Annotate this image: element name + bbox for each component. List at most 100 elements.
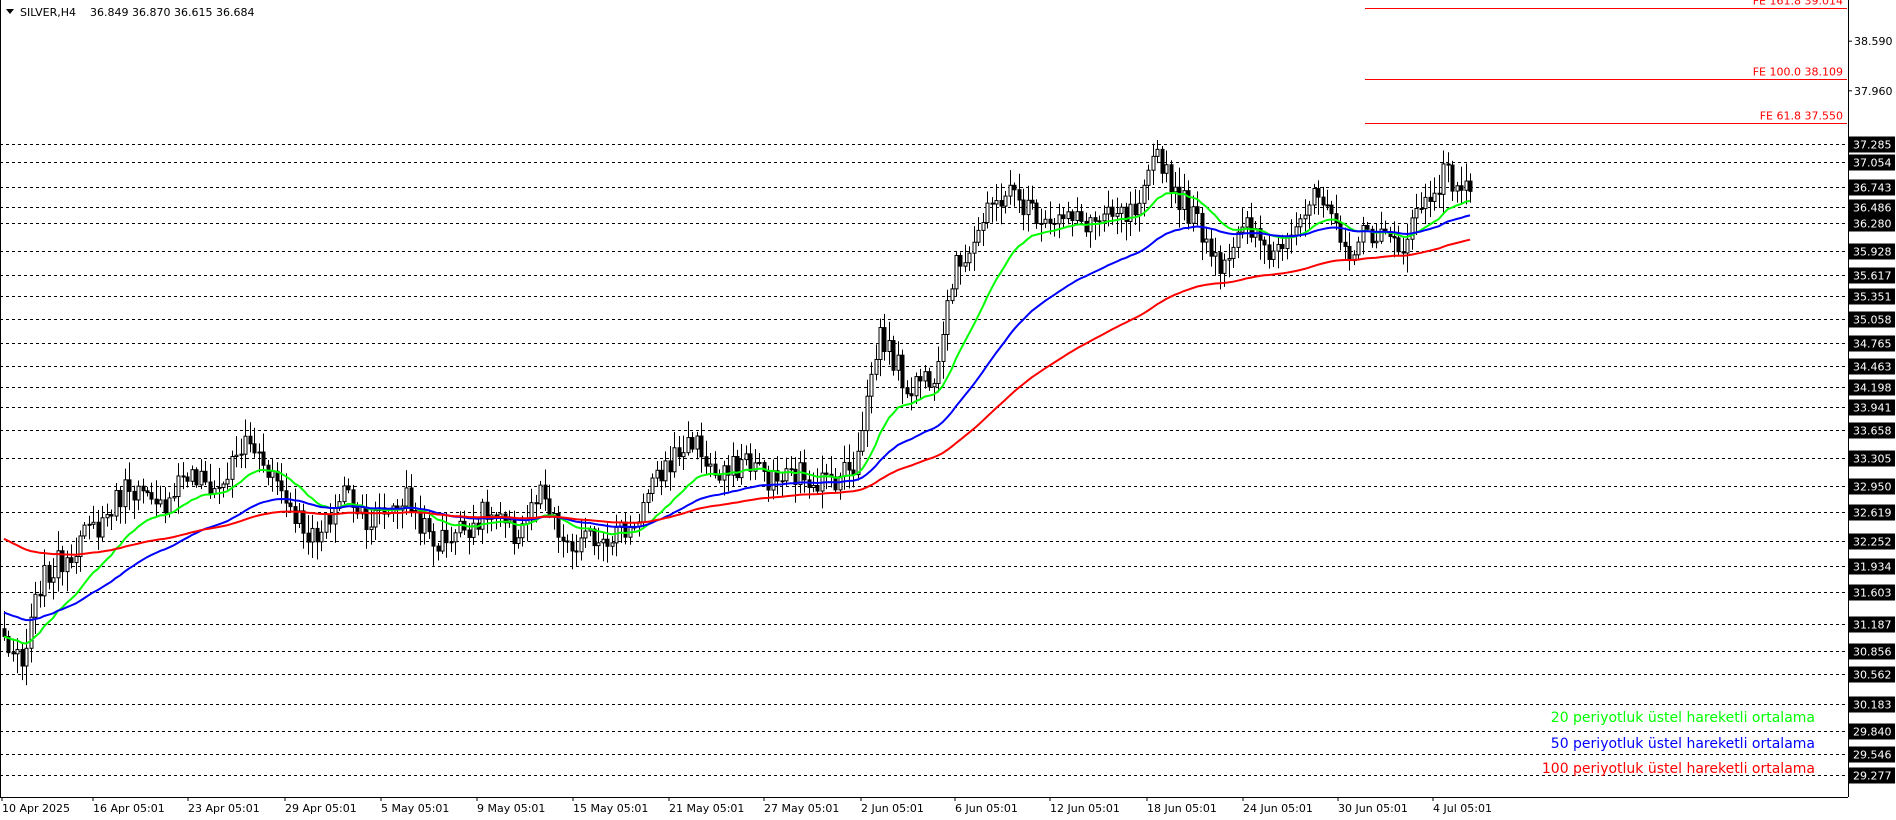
candle-body	[20, 648, 25, 667]
candle-body	[1365, 224, 1370, 230]
candle-body	[1021, 199, 1026, 216]
time-tick-label: 30 Jun 05:01	[1338, 802, 1408, 815]
candle-body	[1137, 202, 1142, 216]
candle-body	[1459, 185, 1464, 191]
candle-body	[1034, 202, 1039, 224]
candle-body	[96, 521, 101, 538]
level-tag-label: 36.486	[1853, 202, 1892, 215]
candle-body	[932, 382, 937, 388]
time-tick-label: 29 Apr 05:01	[285, 802, 357, 815]
candle-body	[596, 542, 601, 547]
fe-level-label: FE 61.8 37.550	[1760, 110, 1843, 123]
fe-level-label: FE 100.0 38.109	[1753, 66, 1843, 79]
candle-body	[431, 531, 436, 547]
candle-body	[847, 461, 852, 471]
candle-body	[422, 518, 427, 534]
time-tick-label: 27 May 05:01	[764, 802, 839, 815]
candle-body	[909, 393, 914, 397]
chart-header: SILVER,H4 36.849 36.870 36.615 36.684	[6, 6, 254, 19]
candle-body	[887, 340, 892, 353]
candle-body	[1075, 211, 1080, 221]
candle-body	[114, 490, 119, 517]
candle-body	[950, 288, 955, 302]
candle-body	[914, 376, 919, 397]
candle-body	[623, 521, 628, 538]
candle-body	[695, 435, 700, 450]
candle-body	[252, 443, 257, 454]
candle-body	[824, 472, 829, 475]
candle-body	[1008, 184, 1013, 197]
candle-body	[1110, 206, 1115, 217]
time-tick-label: 4 Jul 05:01	[1433, 802, 1492, 815]
candle-body	[1066, 211, 1071, 220]
candle-body	[301, 510, 306, 534]
level-tag-label: 34.765	[1853, 338, 1892, 351]
level-tag-label: 34.463	[1853, 361, 1892, 374]
candle-body	[418, 510, 423, 534]
level-tag-label: 33.305	[1853, 453, 1892, 466]
level-tag-label: 30.183	[1853, 699, 1892, 712]
candle-body	[659, 469, 664, 482]
ohlc-values: 36.849 36.870 36.615 36.684	[90, 6, 254, 19]
candle-body	[878, 327, 883, 360]
candle-body	[1262, 239, 1267, 246]
candle-body	[1396, 237, 1401, 253]
candle-body	[954, 254, 959, 290]
candle-body	[690, 437, 695, 450]
candle-body	[543, 484, 548, 500]
candle-body	[1450, 164, 1455, 192]
price-axis-labels: 37.285 37.054 36.743 36.486 36.280 35.928 35.6…	[1848, 35, 1895, 784]
candle-body	[583, 530, 588, 539]
time-tick-label: 16 Apr 05:01	[93, 802, 165, 815]
candle-body	[1441, 163, 1446, 195]
candle-body	[74, 555, 79, 564]
candle-body	[1093, 217, 1098, 222]
candle-body	[1446, 163, 1451, 166]
candle-body	[208, 481, 213, 495]
level-tag-label: 35.617	[1853, 270, 1892, 283]
candle-body	[1209, 238, 1214, 257]
candle-body	[176, 475, 181, 498]
candle-body	[990, 202, 995, 205]
candle-body	[1079, 211, 1084, 222]
candle-body	[1347, 245, 1352, 262]
candle-body	[1280, 244, 1285, 250]
candle-body	[333, 507, 338, 525]
legend-ema50: 50 periyotluk üstel hareketli ortalama	[1551, 736, 1815, 752]
candle-body	[15, 648, 20, 655]
price-chart[interactable]: FE 61.8 37.550 FE 100.0 38.109 FE 161.8 39…	[0, 0, 1896, 820]
candle-body	[87, 523, 92, 526]
level-tag-label: 29.840	[1853, 726, 1892, 739]
level-tag-label: 32.619	[1853, 507, 1892, 520]
candle-body	[663, 460, 668, 482]
candle-body	[141, 485, 146, 492]
level-tag-label: 32.950	[1853, 481, 1892, 494]
level-tag-label: 36.280	[1853, 218, 1892, 231]
candle-body	[927, 371, 932, 388]
candle-body	[605, 538, 610, 547]
candle-body	[190, 469, 195, 482]
candle-body	[972, 241, 977, 254]
candle-body	[1195, 206, 1200, 214]
candle-body	[757, 461, 762, 464]
candle-body	[458, 520, 463, 534]
time-tick-label: 2 Jun 05:01	[861, 802, 924, 815]
candle-body	[739, 459, 744, 479]
candle-body	[1039, 222, 1044, 225]
candle-body	[981, 222, 986, 231]
candle-body	[342, 485, 347, 503]
candle-body	[328, 513, 333, 525]
candle-body	[1325, 204, 1330, 207]
candle-body	[766, 470, 771, 491]
candle-body	[1231, 246, 1236, 259]
level-tag-label: 35.058	[1853, 314, 1892, 327]
candle-body	[811, 484, 816, 488]
candle-body	[842, 461, 847, 477]
candle-body	[449, 541, 454, 544]
candle-body	[1432, 192, 1437, 202]
candle-body	[172, 496, 177, 499]
candle-body	[185, 476, 190, 482]
candle-body	[869, 373, 874, 397]
candle-body	[967, 252, 972, 264]
candle-body	[963, 262, 968, 267]
